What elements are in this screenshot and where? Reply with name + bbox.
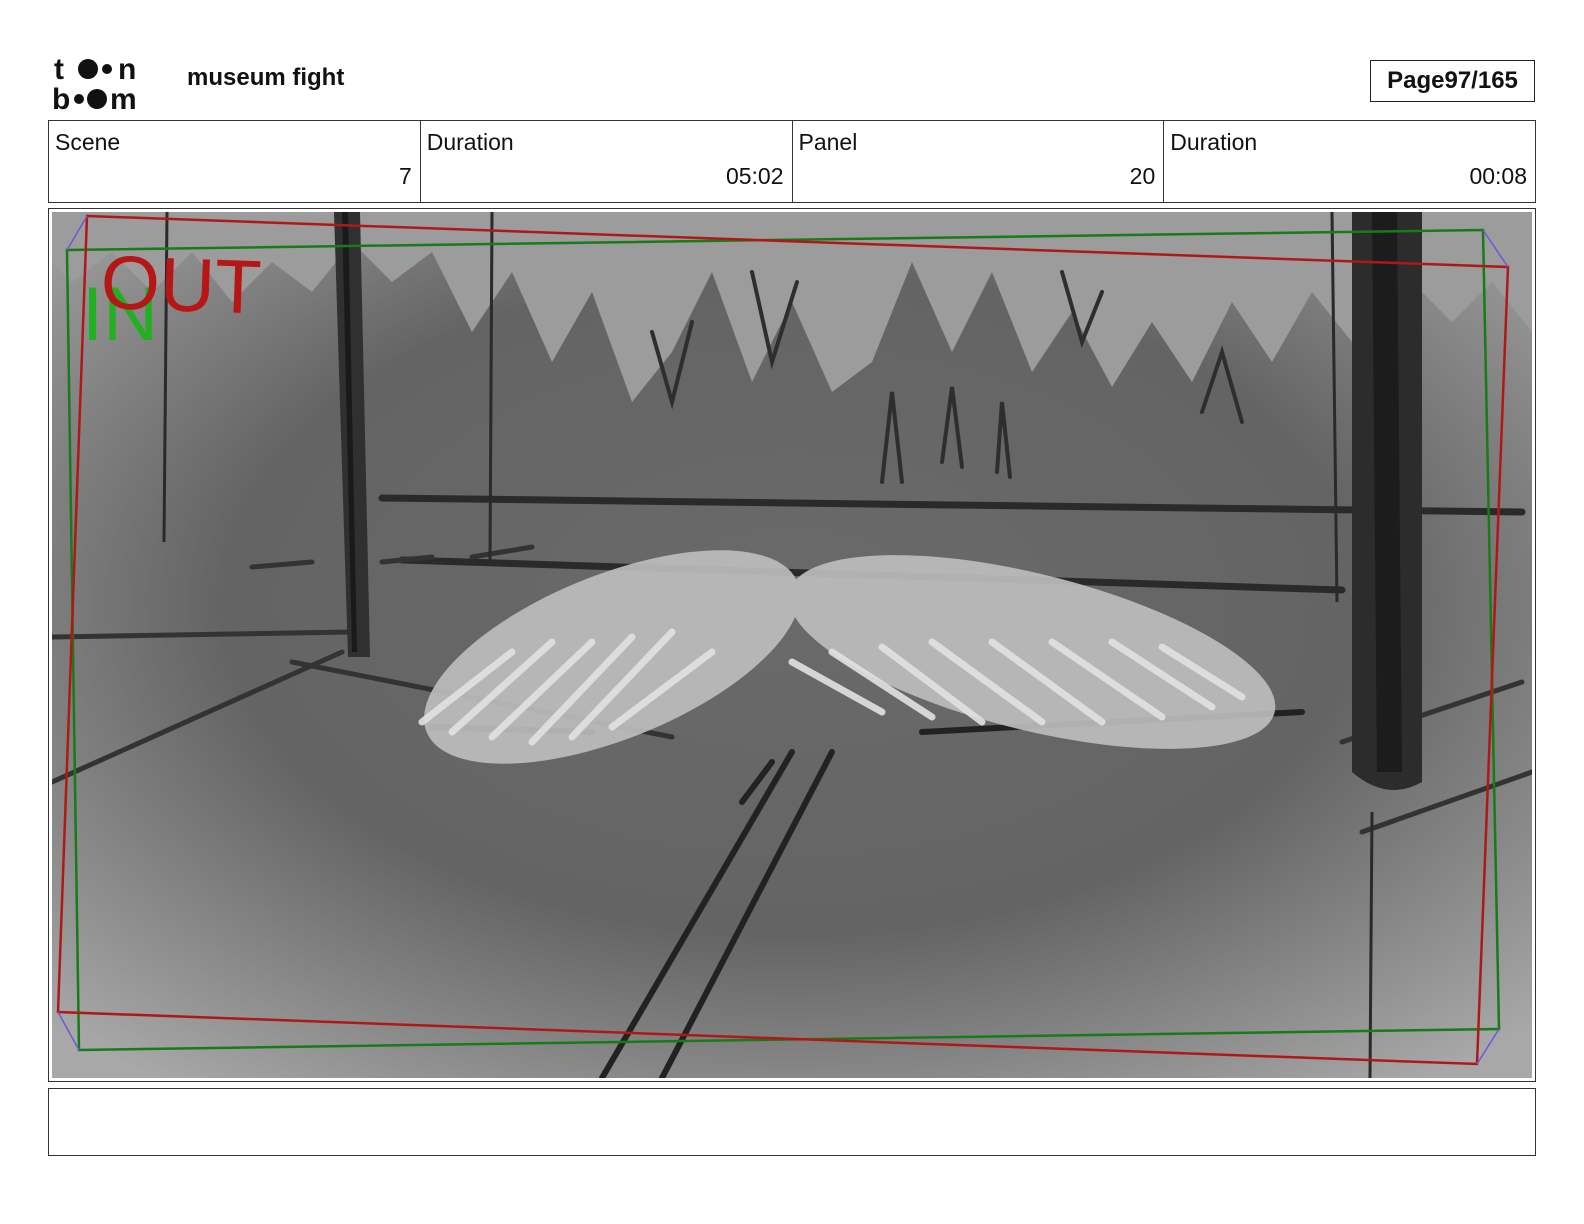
out-frame-label: OUT: [99, 240, 262, 331]
project-title: museum fight: [187, 64, 345, 91]
storyboard-panel: IN OUT: [48, 208, 1536, 1082]
page-label: Page: [1387, 67, 1445, 94]
svg-text:n: n: [118, 53, 136, 86]
panel-duration-value: 00:08: [1469, 163, 1527, 189]
scene-value: 7: [398, 163, 412, 189]
panel-duration-label: Duration: [1170, 129, 1258, 155]
page-indicator: Page 97/165: [1370, 60, 1535, 102]
panel-notes: [48, 1088, 1536, 1156]
panel-duration-cell: Duration 00:08: [1164, 121, 1535, 202]
panel-value: 20: [1129, 163, 1156, 189]
panel-sketch-image: IN OUT: [52, 212, 1532, 1078]
scene-label: Scene: [55, 129, 121, 155]
page-number: 97/165: [1444, 67, 1518, 94]
scene-duration-value: 05:02: [725, 163, 784, 189]
scene-duration-label: Duration: [426, 129, 514, 155]
panel-cell: Panel 20: [793, 121, 1165, 202]
svg-text:b: b: [52, 83, 70, 112]
toonboom-logo: t n b m: [52, 53, 137, 112]
scene-cell: Scene 7: [49, 121, 421, 202]
panel-info-table: Scene 7 Duration 05:02 Panel 20 Duration…: [48, 120, 1536, 203]
panel-label: Panel: [798, 129, 858, 155]
svg-text:m: m: [110, 83, 137, 112]
svg-text:t: t: [54, 53, 64, 86]
scene-duration-cell: Duration 05:02: [421, 121, 793, 202]
